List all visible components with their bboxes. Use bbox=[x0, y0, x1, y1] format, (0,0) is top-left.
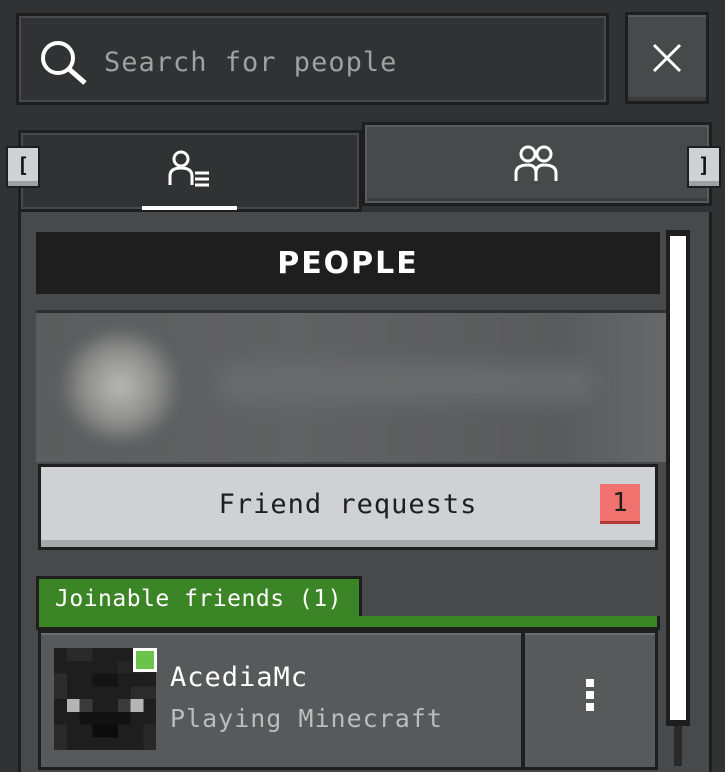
joinable-friends-header: Joinable friends (1) bbox=[36, 576, 362, 618]
friend-status: Playing Minecraft bbox=[170, 704, 443, 733]
tab-people[interactable] bbox=[18, 130, 362, 212]
scrollbar-rail bbox=[674, 726, 682, 766]
online-indicator bbox=[133, 648, 157, 672]
joinable-friends-label: Joinable friends (1) bbox=[55, 585, 342, 612]
prev-tab-key[interactable]: [ bbox=[6, 146, 40, 188]
friend-requests-label: Friend requests bbox=[218, 488, 478, 520]
scrollbar-thumb[interactable] bbox=[670, 236, 686, 720]
search-icon bbox=[41, 41, 87, 85]
search-input[interactable] bbox=[104, 40, 584, 84]
friend-options-button[interactable] bbox=[522, 630, 658, 770]
close-icon bbox=[652, 43, 682, 73]
profile-banner[interactable] bbox=[36, 310, 690, 462]
person-list-icon bbox=[168, 150, 209, 187]
more-options-icon bbox=[586, 679, 594, 711]
tab-selected-indicator bbox=[142, 206, 237, 210]
blurred-avatar bbox=[60, 331, 180, 441]
friend-name: AcediaMc bbox=[170, 662, 309, 693]
next-tab-key[interactable]: ] bbox=[687, 146, 721, 188]
tab-friends[interactable] bbox=[362, 122, 712, 206]
close-button[interactable] bbox=[625, 12, 709, 104]
friend-requests-button[interactable]: Friend requests bbox=[38, 464, 658, 550]
friend-requests-badge: 1 bbox=[600, 484, 640, 524]
blurred-text bbox=[216, 363, 596, 403]
section-divider bbox=[36, 616, 660, 630]
people-group-icon bbox=[514, 145, 558, 181]
section-title: PEOPLE bbox=[36, 232, 660, 294]
